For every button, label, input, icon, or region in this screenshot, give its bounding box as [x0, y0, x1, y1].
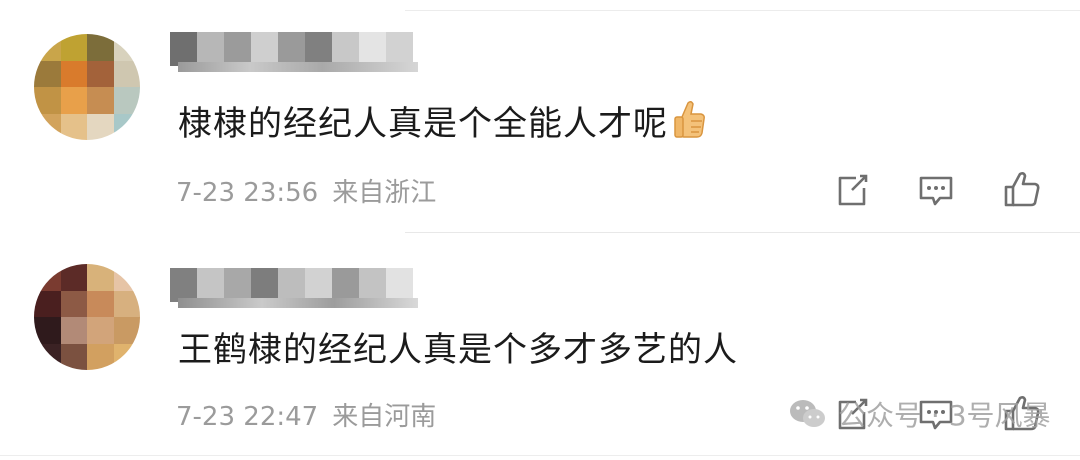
like-icon [1004, 172, 1040, 207]
comment-meta: 7-23 23:56 来自浙江 [176, 172, 436, 209]
comment-location: 来自浙江 [332, 178, 437, 208]
comment-location: 来自河南 [332, 402, 437, 432]
comment-time: 7-23 22:47 [176, 402, 319, 432]
comment-meta: 7-23 22:47 来自河南 [176, 396, 436, 433]
thumbs-up-emoji-icon [672, 99, 706, 148]
share-button[interactable] [832, 170, 872, 210]
watermark-text: 公众号 · 3号风暴 [838, 399, 1051, 432]
comment-text-content: 棣棣的经纪人真是个全能人才呢 [178, 104, 668, 144]
bottom-divider [0, 455, 1080, 456]
comment-text-content: 王鹤棣的经纪人真是个多才多艺的人 [178, 330, 738, 370]
avatar[interactable] [34, 264, 140, 370]
comment-item: 棣棣的经纪人真是个全能人才呢 7-23 23:56 来自浙江 [0, 0, 1080, 232]
username-mosaic[interactable] [170, 268, 418, 308]
comment-time: 7-23 23:56 [176, 178, 319, 208]
avatar[interactable] [34, 34, 140, 140]
reply-icon [919, 176, 953, 206]
share-icon [838, 174, 868, 206]
watermark: 公众号 · 3号风暴 [788, 392, 1051, 436]
comment-text: 棣棣的经纪人真是个全能人才呢 [178, 96, 706, 148]
wechat-icon [790, 400, 825, 427]
reply-button[interactable] [916, 170, 956, 210]
comment-text: 王鹤棣的经纪人真是个多才多艺的人 [178, 322, 738, 371]
username-mosaic[interactable] [170, 32, 418, 72]
like-button[interactable] [1002, 170, 1042, 210]
